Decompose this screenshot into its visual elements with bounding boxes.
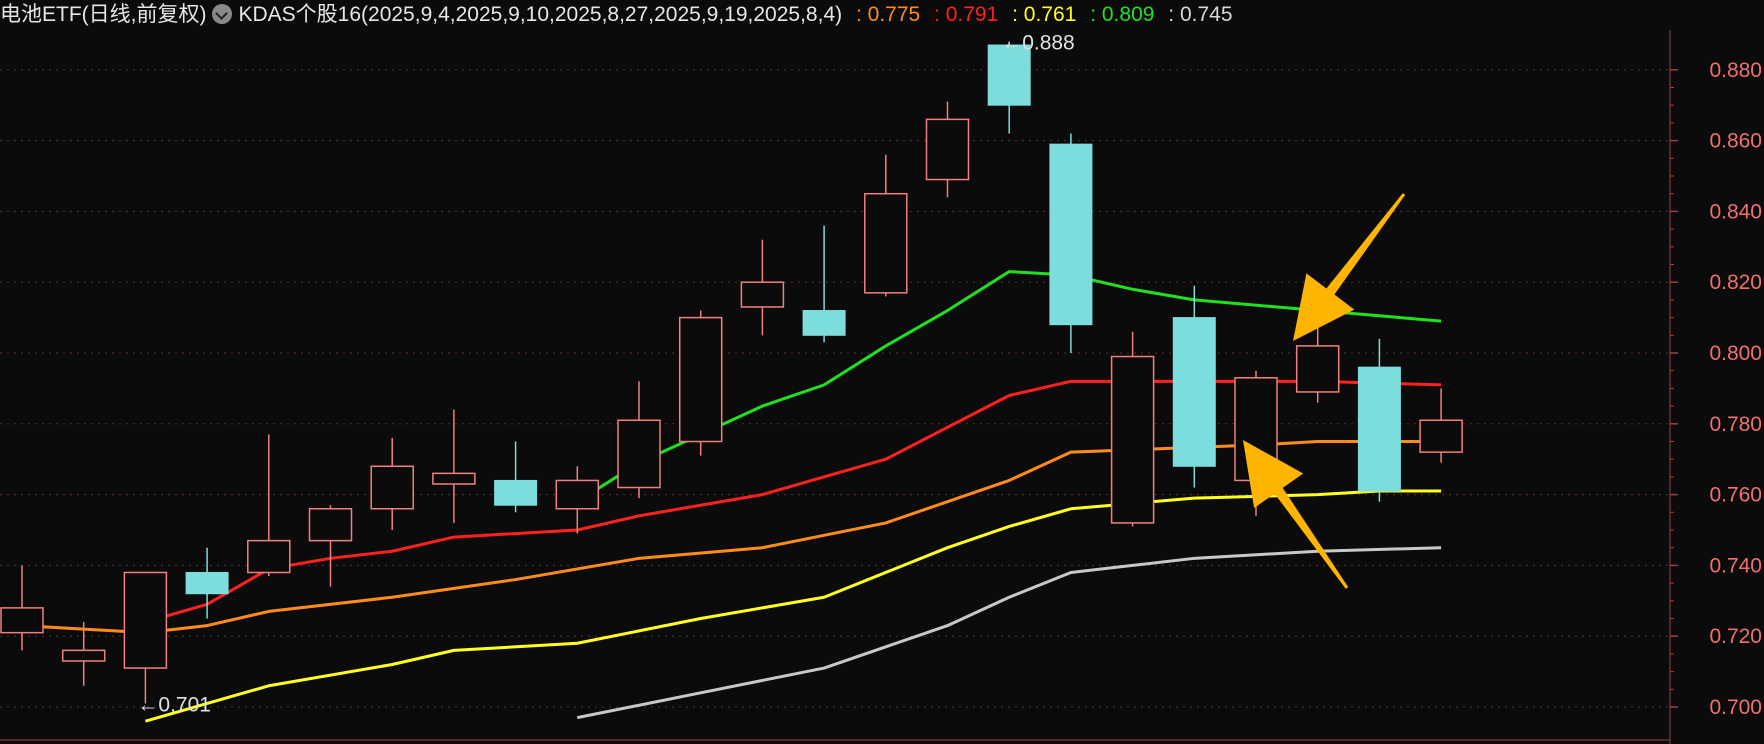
extreme-label-0: ←0.888	[1001, 31, 1075, 54]
tick-label-1: 0.720	[1709, 625, 1762, 648]
series-line-4	[577, 546, 1442, 720]
tick-label-8: 0.860	[1709, 130, 1762, 153]
candle-body-19	[1172, 317, 1216, 467]
candle-body-15	[925, 118, 970, 181]
candle-body-11	[678, 316, 723, 443]
candle-body-9	[555, 479, 600, 510]
tick-label-5: 0.800	[1709, 342, 1762, 365]
candle-body-12	[740, 281, 785, 308]
candlestick-chart[interactable]: 0.700 0.720 0.740 0.760 0.780 0.800 0.820 0.840…	[0, 0, 1764, 744]
candle-body-3	[185, 571, 229, 595]
tick-label-9: 0.880	[1709, 59, 1762, 82]
candle-body-1	[61, 649, 106, 662]
series-line-0	[21, 440, 1442, 635]
candle-body-4	[247, 539, 291, 574]
candle-body-13	[802, 310, 846, 336]
tick-label-7: 0.840	[1709, 200, 1762, 223]
tick-label-6: 0.820	[1709, 271, 1762, 294]
extreme-label-1: ←0.701	[137, 693, 211, 716]
highlight-arrow-upper	[1293, 193, 1406, 341]
candle-body-5	[308, 508, 353, 542]
candle-body-21	[1295, 345, 1340, 393]
tick-label-4: 0.780	[1709, 413, 1762, 436]
candle-body-7	[432, 472, 476, 485]
candle-body-2	[123, 571, 168, 669]
candle-body-10	[617, 419, 661, 489]
tick-label-3: 0.760	[1709, 484, 1762, 507]
candle-body-14	[864, 192, 908, 294]
candle-body-0	[0, 607, 44, 634]
candle-body-18	[1110, 355, 1155, 524]
candle-body-23	[1419, 419, 1463, 453]
tick-label-0: 0.700	[1709, 696, 1762, 719]
candle-body-17	[1049, 143, 1093, 326]
candle-body-8	[494, 479, 538, 506]
highlight-arrow-lower	[1243, 440, 1349, 589]
tick-label-2: 0.740	[1709, 554, 1762, 577]
candle-body-6	[370, 465, 414, 510]
candle-body-22	[1357, 366, 1401, 492]
